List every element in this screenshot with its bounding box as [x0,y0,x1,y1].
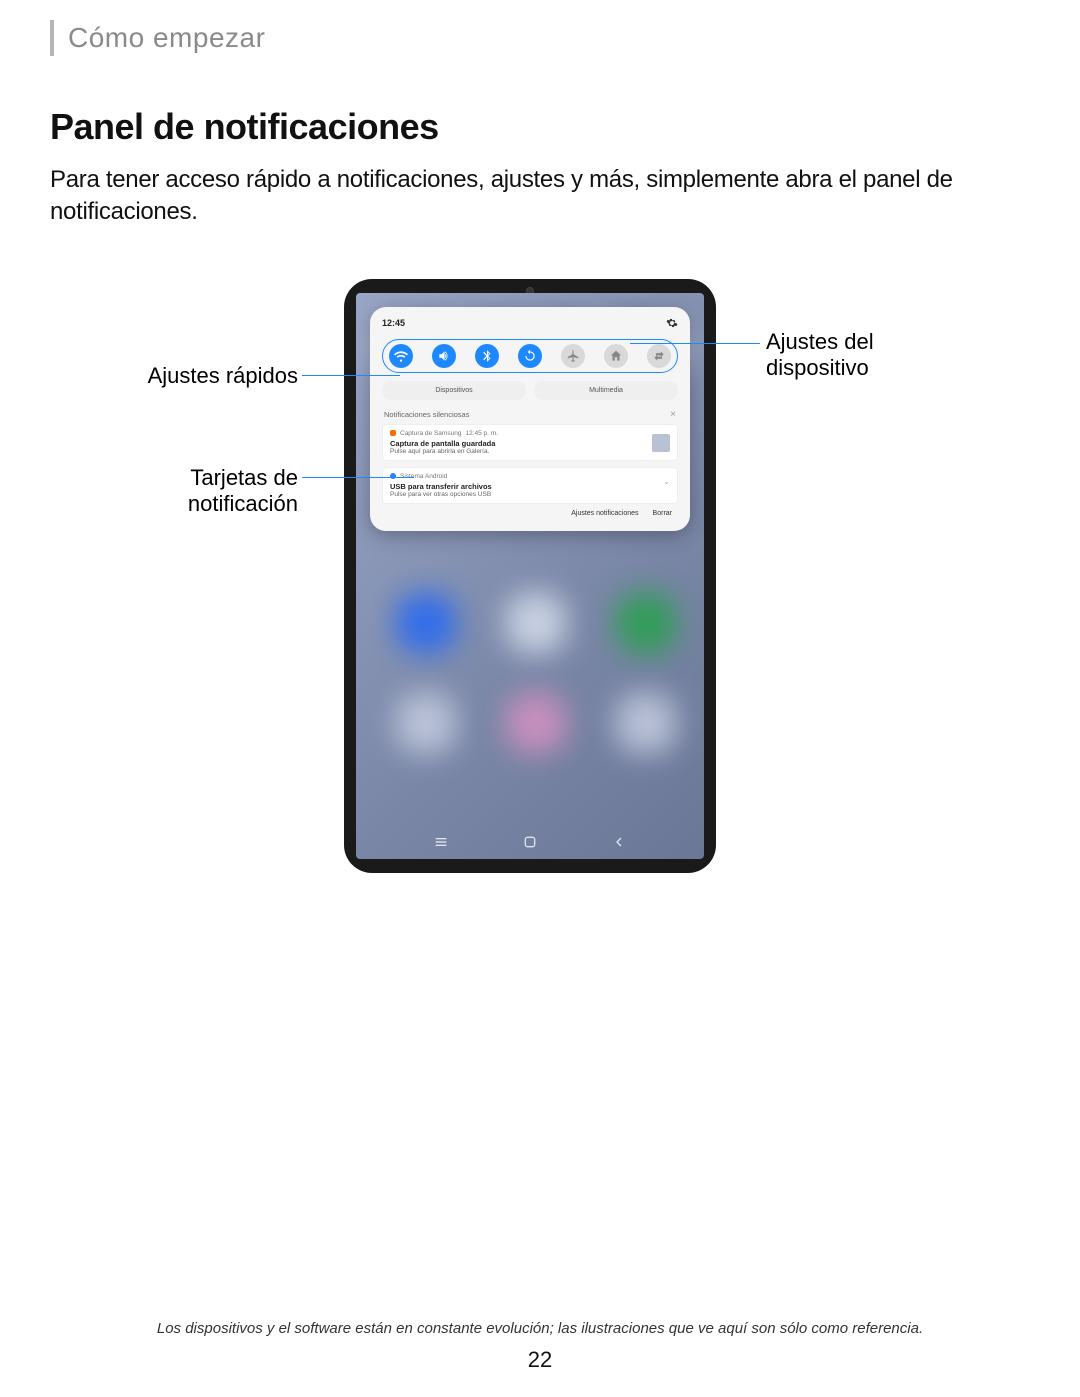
callout-notification-cards: Tarjetas de notificación [98,465,298,518]
intro-paragraph: Para tener acceso rápido a notificacione… [50,164,1030,229]
leader-line [302,477,414,478]
callout-device-settings: Ajustes del dispositivo [766,329,966,382]
callout-device-settings-l1: Ajustes del [766,329,874,354]
notification-shade: 12:45 [370,307,690,531]
bg-app-icon [616,693,676,753]
clear-all-link[interactable]: Borrar [653,510,672,517]
bg-app-icon [506,593,566,653]
quick-settings-row [382,339,678,373]
close-icon[interactable]: × [670,410,676,420]
qs-airplane-icon[interactable] [561,344,585,368]
tab-multimedia[interactable]: Multimedia [534,381,678,400]
bg-app-icon [616,593,676,653]
breadcrumb: Cómo empezar [50,20,1030,56]
settings-gear-icon[interactable] [666,317,678,329]
page-title: Panel de notificaciones [50,106,1030,148]
app-icon [390,430,396,436]
nav-home-icon[interactable] [515,834,545,853]
chevron-down-icon[interactable]: ⌄ [663,477,670,486]
notif-thumbnail [652,434,670,452]
bg-app-icon [506,693,566,753]
qs-home-icon[interactable] [604,344,628,368]
status-time: 12:45 [382,318,405,328]
qs-wifi-icon[interactable] [389,344,413,368]
tablet-frame: 12:45 [344,279,716,873]
qs-rotate-icon[interactable] [518,344,542,368]
leader-line [302,375,400,376]
callout-notification-cards-l2: notificación [188,491,298,516]
notif-time: 12:45 p. m. [465,430,498,437]
callout-quick-settings: Ajustes rápidos [98,363,298,389]
qs-bluetooth-icon[interactable] [475,344,499,368]
breadcrumb-text: Cómo empezar [68,22,265,54]
notif-settings-link[interactable]: Ajustes notificaciones [571,510,638,517]
notification-card[interactable]: Sistema Android USB para transferir arch… [382,467,678,504]
breadcrumb-accent-bar [50,20,54,56]
bg-app-icon [396,593,456,653]
callout-notification-cards-l1: Tarjetas de [190,465,298,490]
android-nav-bar [356,834,704,853]
notif-subtitle: Pulse aquí para abrirla en Galería. [390,448,670,455]
silent-notif-header: Notificaciones silenciosas [384,410,469,419]
leader-line [630,343,760,344]
page-number: 22 [0,1347,1080,1373]
notif-app-name: Captura de Samsung [400,430,461,437]
tablet-screen: 12:45 [356,293,704,859]
notif-title: USB para transferir archivos [390,482,670,491]
tab-devices[interactable]: Dispositivos [382,381,526,400]
qs-sound-icon[interactable] [432,344,456,368]
figure-area: Ajustes rápidos Tarjetas de notificación… [50,279,1030,999]
qs-sync-icon[interactable] [647,344,671,368]
bg-app-icon [396,693,456,753]
callout-device-settings-l2: dispositivo [766,355,869,380]
notif-title: Captura de pantalla guardada [390,439,670,448]
media-tabs: Dispositivos Multimedia [378,381,682,400]
notification-card[interactable]: Captura de Samsung 12:45 p. m. Captura d… [382,424,678,461]
notif-subtitle: Pulse para ver otras opciones USB [390,491,670,498]
footnote: Los dispositivos y el software están en … [0,1320,1080,1337]
nav-recents-icon[interactable] [426,834,456,853]
nav-back-icon[interactable] [604,834,634,853]
